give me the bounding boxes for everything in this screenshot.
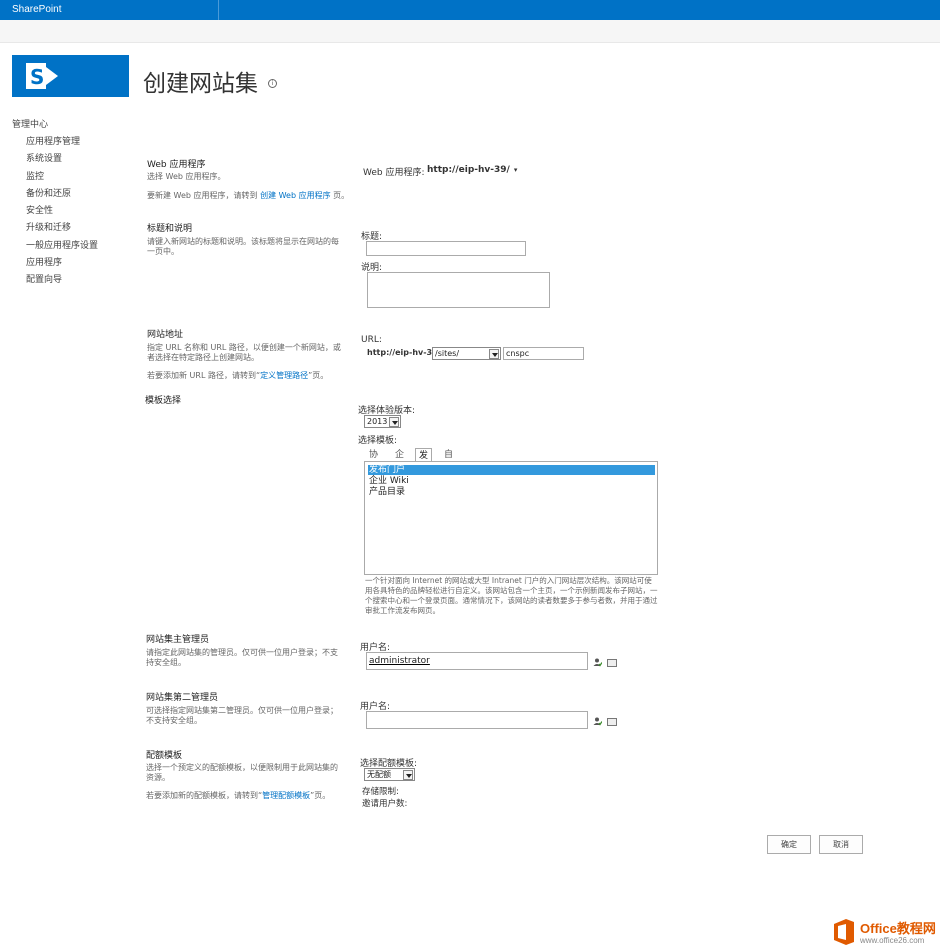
invited-users-label: 邀请用户数: — [362, 799, 408, 809]
chevron-down-icon: ▾ — [513, 166, 518, 174]
check-names-icon[interactable] — [593, 658, 602, 667]
tab-publishing[interactable]: 发布 — [415, 448, 433, 475]
quota-template-value: 无配额 — [367, 770, 391, 779]
nav-item-monitoring[interactable]: 监控 — [12, 169, 132, 186]
info-icon[interactable]: i — [268, 79, 277, 88]
template-item-publishing-portal[interactable]: 发布门户 — [368, 465, 655, 475]
nav-item-general-settings[interactable]: 一般应用程序设置 — [12, 238, 132, 255]
title-input[interactable] — [366, 241, 526, 256]
svg-text:S: S — [30, 65, 44, 89]
cancel-button[interactable]: 取消 — [819, 835, 863, 854]
webapp-selector-value: http://eip-hv-39/ — [427, 165, 510, 175]
primary-admin-input[interactable] — [366, 652, 588, 670]
nav-item-system-settings[interactable]: 系统设置 — [12, 151, 132, 168]
address-book-icon[interactable] — [607, 659, 617, 667]
quota-hint-text: 若要添加新的配额模板，请转到“ — [146, 791, 263, 800]
description-textarea[interactable] — [367, 272, 550, 308]
template-description: 一个针对面向 Internet 的网站或大型 Intranet 门户的入门网站层… — [365, 576, 658, 615]
left-navigation: 管理中心 应用程序管理 系统设置 监控 备份和还原 安全性 升级和迁移 一般应用… — [12, 117, 132, 290]
address-section-title: 网站地址 — [147, 330, 184, 340]
nav-central-admin[interactable]: 管理中心 — [12, 117, 132, 134]
page-title: 创建网站集 — [143, 71, 258, 97]
quota-template-select[interactable]: 无配额 — [364, 768, 415, 781]
watermark-url: www.office26.com — [860, 936, 925, 945]
quota-section-desc: 选择一个预定义的配额模板，以便限制用于此网站集的资源。 — [146, 763, 338, 782]
title-section-title: 标题和说明 — [147, 224, 193, 234]
webapp-create-hint: 要新建 Web 应用程序，请转到 创建 Web 应用程序 页。 — [147, 191, 350, 201]
suite-bar-divider — [218, 0, 219, 20]
nav-item-apps[interactable]: 应用程序 — [12, 255, 132, 272]
webapp-hint-suffix: 页。 — [330, 191, 350, 200]
address-book-icon[interactable] — [607, 718, 617, 726]
office26-watermark: Office教程网 www.office26.com — [830, 916, 940, 951]
quota-hint-suffix: ”页。 — [310, 791, 331, 800]
tab-collaboration[interactable]: 协作 — [366, 448, 381, 474]
experience-version-value: 2013 — [367, 417, 388, 426]
check-names-icon[interactable] — [593, 717, 602, 726]
secondary-admin-section-desc: 可选择指定网站集第二管理员。仅可供一位用户登录；不支持安全组。 — [146, 706, 338, 725]
nav-item-app-management[interactable]: 应用程序管理 — [12, 134, 132, 151]
nav-item-backup-restore[interactable]: 备份和还原 — [12, 186, 132, 203]
url-prefix: http://eip-hv-39 — [367, 348, 438, 357]
managed-paths-link[interactable]: 定义管理路径 — [260, 371, 308, 380]
nav-item-upgrade-migration[interactable]: 升级和迁移 — [12, 220, 132, 237]
secondary-admin-section-title: 网站集第二管理员 — [146, 693, 219, 703]
template-section-title: 模板选择 — [145, 396, 182, 406]
tab-enterprise[interactable]: 企业 — [392, 448, 407, 474]
address-managed-paths-hint: 若要添加新 URL 路径，请转到“定义管理路径”页。 — [147, 371, 347, 381]
tab-custom[interactable]: 自定义 — [441, 448, 456, 488]
chevron-down-icon — [403, 770, 413, 780]
webapp-hint-text: 要新建 Web 应用程序，请转到 — [147, 191, 261, 200]
template-listbox[interactable]: 发布门户 企业 Wiki 产品目录 — [364, 461, 658, 575]
template-item-enterprise-wiki[interactable]: 企业 Wiki — [368, 476, 655, 486]
primary-admin-section-title: 网站集主管理员 — [146, 635, 210, 645]
webapp-field-label: Web 应用程序: — [363, 168, 425, 178]
office-logo-icon — [834, 919, 854, 945]
quota-manage-hint: 若要添加新的配额模板，请转到“管理配额模板”页。 — [146, 791, 346, 801]
chevron-down-icon — [489, 349, 499, 359]
ribbon-strip — [0, 20, 940, 43]
webapp-selector[interactable]: http://eip-hv-39/▾ — [427, 165, 517, 175]
experience-version-select[interactable]: 2013 — [364, 415, 401, 428]
address-hint-text: 若要添加新 URL 路径，请转到“ — [147, 371, 261, 380]
template-item-product-catalog[interactable]: 产品目录 — [368, 487, 655, 497]
site-url-name-input[interactable] — [503, 347, 584, 360]
url-field-label: URL: — [361, 335, 382, 345]
nav-item-config-wizards[interactable]: 配置向导 — [12, 272, 132, 289]
sharepoint-logo-icon[interactable]: S — [12, 55, 129, 97]
nav-item-security[interactable]: 安全性 — [12, 203, 132, 220]
address-hint-suffix: ”页。 — [308, 371, 329, 380]
suite-bar: SharePoint — [0, 0, 940, 20]
manage-quota-templates-link[interactable]: 管理配额模板 — [262, 791, 310, 800]
secondary-admin-input[interactable] — [366, 711, 588, 729]
address-section-desc: 指定 URL 名称和 URL 路径，以便创建一个新网站，或者选择在特定路径上创建… — [147, 343, 341, 362]
title-section-desc: 请键入新网站的标题和说明。该标题将显示在网站的每一页中。 — [147, 237, 339, 256]
webapp-section-title: Web 应用程序 — [147, 160, 206, 170]
quota-section-title: 配额模板 — [146, 751, 183, 761]
template-select-label: 选择模板: — [358, 436, 398, 446]
watermark-text: Office教程网 — [860, 921, 936, 936]
storage-limit-label: 存储限制: — [362, 787, 399, 797]
ok-button[interactable]: 确定 — [767, 835, 811, 854]
create-webapp-link[interactable]: 创建 Web 应用程序 — [260, 191, 331, 200]
managed-path-value: /sites/ — [435, 349, 460, 358]
sharepoint-brand[interactable]: SharePoint — [12, 4, 61, 15]
chevron-down-icon — [389, 417, 399, 427]
primary-admin-section-desc: 请指定此网站集的管理员。仅可供一位用户登录；不支持安全组。 — [146, 648, 338, 667]
webapp-section-desc: 选择 Web 应用程序。 — [147, 172, 226, 181]
managed-path-select[interactable]: /sites/ — [432, 347, 501, 360]
